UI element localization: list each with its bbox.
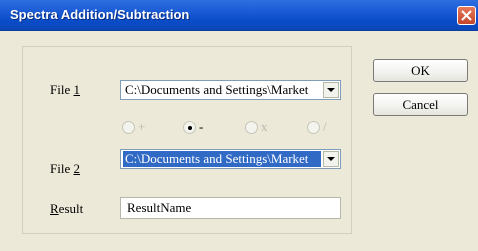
op-divide-label: / [323,119,327,134]
radio-circle [307,121,320,134]
chevron-down-icon [327,157,335,161]
radio-circle [183,121,196,134]
close-button[interactable] [457,6,476,25]
file2-label: File 2 [50,161,80,176]
window-title: Spectra Addition/Subtraction [10,7,190,22]
file1-dropdown[interactable]: C:\Documents and Settings\Market [120,80,341,100]
file1-dropdown-button[interactable] [323,82,339,98]
result-value: ResultName [127,200,192,215]
radio-circle [122,121,135,134]
close-icon [461,10,472,21]
file2-dropdown[interactable]: C:\Documents and Settings\Market [120,149,341,169]
radio-dot [187,125,192,130]
op-multiply-label: x [261,119,268,134]
radio-circle [245,121,258,134]
op-add-label: + [138,119,146,134]
op-subtract-label: - [199,119,204,134]
file1-label: File 1 [50,82,80,97]
file2-dropdown-button[interactable] [323,151,339,167]
ok-button[interactable]: OK [373,59,468,82]
cancel-button[interactable]: Cancel [373,93,468,116]
result-input[interactable]: ResultName [120,197,341,219]
result-label: Result [50,201,84,216]
file1-value: C:\Documents and Settings\Market [125,82,309,97]
title-bar[interactable]: Spectra Addition/Subtraction [0,0,478,31]
chevron-down-icon [327,88,335,92]
file2-value: C:\Documents and Settings\Market [123,151,321,167]
